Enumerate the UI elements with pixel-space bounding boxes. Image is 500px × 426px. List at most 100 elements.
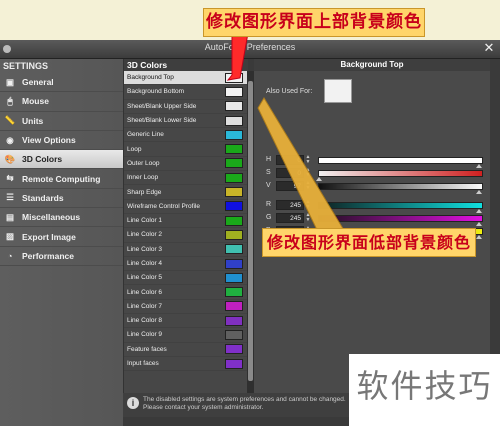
hsv-value-input[interactable]: 0 xyxy=(276,155,304,165)
color-swatch[interactable] xyxy=(225,315,243,326)
color-row-label: Sheet/Blank Lower Side xyxy=(127,117,197,125)
color-row[interactable]: Background Bottom xyxy=(124,85,248,100)
color-row[interactable]: Line Color 5 xyxy=(124,271,248,286)
slider-handle[interactable] xyxy=(476,164,482,168)
sidebar-item-view-options[interactable]: ◉ View Options xyxy=(0,131,123,151)
also-used-for-label: Also Used For: xyxy=(266,88,313,95)
color-row-label: Line Color 1 xyxy=(127,217,163,225)
info-icon: i xyxy=(127,397,139,409)
color-swatch[interactable] xyxy=(225,86,243,97)
sidebar-item-standards[interactable]: ☰ Standards xyxy=(0,189,123,209)
rgb-slider[interactable] xyxy=(318,202,483,209)
sidebar-item-performance[interactable]: ◔ Performance xyxy=(0,247,123,266)
rgb-value-input[interactable]: 245 xyxy=(276,200,304,210)
color-row[interactable]: Line Color 9 xyxy=(124,328,248,343)
hsv-slider[interactable] xyxy=(318,183,483,190)
hsv-slider[interactable] xyxy=(318,157,483,164)
hsv-value-input[interactable]: 97 xyxy=(276,181,304,191)
slider-handle[interactable] xyxy=(476,190,482,194)
rgb-value-input[interactable]: 245 xyxy=(276,213,304,223)
color-row-label: Outer Loop xyxy=(127,159,160,167)
color-row[interactable]: Feature faces xyxy=(124,343,248,357)
color-row[interactable]: Line Color 7 xyxy=(124,300,248,315)
color-swatch[interactable] xyxy=(225,201,243,212)
sidebar-item-label: General xyxy=(22,77,54,88)
sidebar-item-3d-colors[interactable]: 🎨 3D Colors xyxy=(0,150,123,170)
color-row-label: Feature faces xyxy=(127,345,167,353)
spinner-arrows-icon[interactable]: ▲▼ xyxy=(305,200,311,210)
color-row[interactable]: Line Color 3 xyxy=(124,243,248,257)
color-swatch[interactable] xyxy=(225,258,243,269)
color-row[interactable]: Line Color 1 xyxy=(124,214,248,229)
scrollbar-thumb[interactable] xyxy=(248,81,253,381)
sidebar-item-label: Mouse xyxy=(22,96,49,107)
spinner-arrows-icon[interactable]: ▲▼ xyxy=(305,181,311,191)
color-row[interactable]: Sharp Edge xyxy=(124,185,248,200)
color-row-label: Sharp Edge xyxy=(127,188,162,196)
sidebar-header: SETTINGS xyxy=(3,61,49,71)
sidebar-item-units[interactable]: 📏 Units xyxy=(0,112,123,131)
color-swatch[interactable] xyxy=(225,329,243,340)
color-swatch[interactable] xyxy=(225,358,243,369)
color-row[interactable]: Background Top xyxy=(124,71,248,86)
color-preview-swatch[interactable] xyxy=(324,79,352,103)
slider-handle[interactable] xyxy=(476,222,482,226)
color-row[interactable]: Sheet/Blank Upper Side xyxy=(124,100,248,114)
color-row[interactable]: Line Color 4 xyxy=(124,257,248,272)
color-swatch[interactable] xyxy=(225,287,243,298)
sidebar-item-mouse[interactable]: 🖱 Mouse xyxy=(0,92,123,112)
sidebar-item-remote-computing[interactable]: ⇆ Remote Computing xyxy=(0,169,123,189)
color-swatch[interactable] xyxy=(225,229,243,240)
color-swatch[interactable] xyxy=(225,115,243,126)
color-row-label: Line Color 3 xyxy=(127,245,163,253)
color-swatch[interactable] xyxy=(225,72,243,83)
color-row-label: Background Top xyxy=(127,74,174,82)
palette-icon: 🎨 xyxy=(4,153,16,164)
slider-handle[interactable] xyxy=(316,177,322,181)
color-swatch[interactable] xyxy=(225,144,243,155)
color-row[interactable]: Outer Loop xyxy=(124,157,248,172)
hsv-value-input[interactable]: 0 xyxy=(276,168,304,178)
color-row-label: Line Color 2 xyxy=(127,231,163,239)
color-row-label: Generic Line xyxy=(127,131,164,139)
color-row[interactable]: Input faces xyxy=(124,357,248,372)
color-swatch[interactable] xyxy=(225,215,243,226)
color-swatch[interactable] xyxy=(225,344,243,355)
color-row[interactable]: Wireframe Control Profile xyxy=(124,200,248,214)
eye-icon: ◉ xyxy=(6,134,14,145)
slider-handle[interactable] xyxy=(476,209,482,213)
color-swatch[interactable] xyxy=(225,272,243,283)
color-row-label: Line Color 6 xyxy=(127,288,163,296)
sidebar-item-export-image[interactable]: ▨ Export Image xyxy=(0,227,123,247)
color-row[interactable]: Line Color 6 xyxy=(124,285,248,300)
color-swatch[interactable] xyxy=(225,101,243,112)
sidebar-item-miscellaneous[interactable]: ▤ Miscellaneous xyxy=(0,208,123,228)
folder-icon: ▤ xyxy=(5,211,15,222)
rgb-slider[interactable] xyxy=(318,215,483,222)
color-swatch[interactable] xyxy=(225,301,243,312)
sidebar-item-label: Standards xyxy=(22,192,64,203)
sidebar-item-label: Miscellaneous xyxy=(22,212,81,223)
color-row-label: Line Color 9 xyxy=(127,331,163,339)
color-swatch[interactable] xyxy=(225,244,243,255)
color-row[interactable]: Loop xyxy=(124,142,248,157)
color-row[interactable]: Inner Loop xyxy=(124,171,248,186)
color-swatch[interactable] xyxy=(225,158,243,169)
color-swatch[interactable] xyxy=(225,187,243,198)
slider-handle[interactable] xyxy=(476,235,482,239)
spinner-arrows-icon[interactable]: ▲▼ xyxy=(305,213,311,223)
colors-list-scrollbar[interactable] xyxy=(247,71,254,407)
color-swatch[interactable] xyxy=(225,172,243,183)
color-row[interactable]: Generic Line xyxy=(124,128,248,143)
spinner-arrows-icon[interactable]: ▲▼ xyxy=(305,155,311,165)
color-row[interactable]: Line Color 8 xyxy=(124,314,248,329)
color-row[interactable]: Line Color 2 xyxy=(124,228,248,243)
close-button[interactable]: ✕ xyxy=(482,41,496,55)
hsv-slider[interactable] xyxy=(318,170,483,177)
sidebar-item-general[interactable]: ▣ General xyxy=(0,73,123,93)
color-swatch[interactable] xyxy=(225,129,243,140)
spinner-arrows-icon[interactable]: ▲▼ xyxy=(305,168,311,178)
image-icon: ▨ xyxy=(5,231,15,242)
color-row[interactable]: Sheet/Blank Lower Side xyxy=(124,114,248,129)
settings-sidebar: SETTINGS ▣ General 🖱 Mouse 📏 Units ◉ View Optio… xyxy=(0,59,123,426)
